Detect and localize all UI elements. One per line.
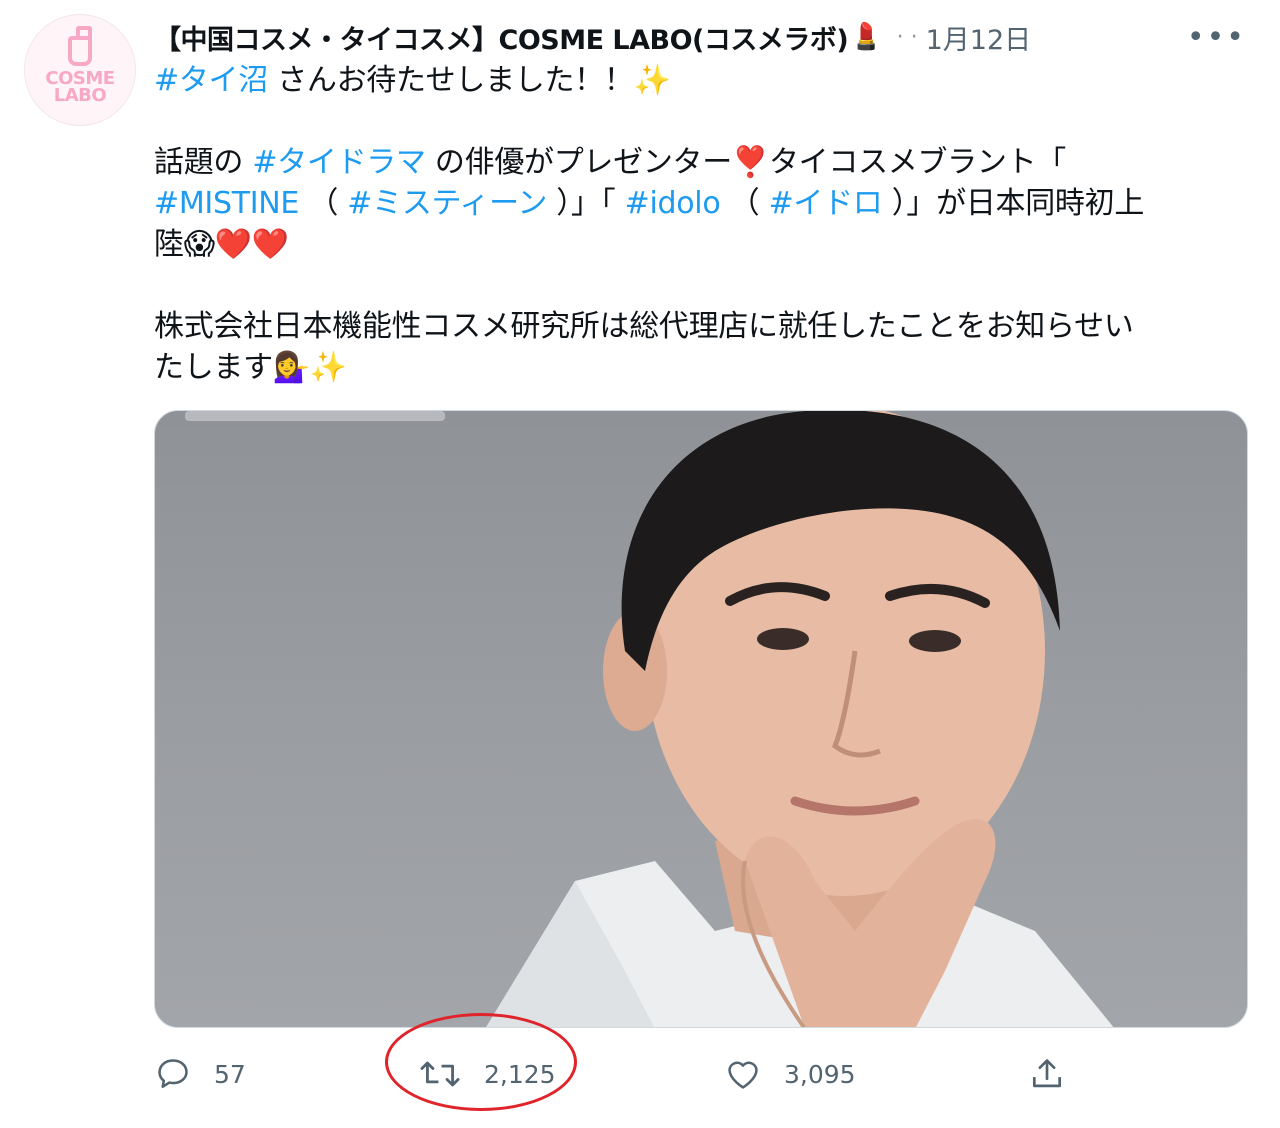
text-span: の俳優がプレゼンター❣️タイコスメブラント「 (425, 145, 1066, 180)
text-span: 話題の (154, 145, 253, 180)
avatar-logo-text: COSME LABO (45, 68, 115, 106)
text-line: たします💁‍♀️✨ (154, 347, 1244, 388)
text-line: #タイ沼 さんお待たせしました！！✨ (154, 60, 1244, 101)
header-separator: · · (896, 24, 918, 50)
more-options-icon[interactable]: ••• (1187, 20, 1246, 55)
text-line: 陸😱❤️❤️ (154, 224, 1244, 265)
hashtag-link[interactable]: #タイドラマ (252, 145, 426, 180)
avatar[interactable]: COSME LABO (24, 14, 136, 126)
reply-count: 57 (214, 1059, 246, 1089)
text-span: ）」「 (547, 186, 625, 221)
heart-icon (728, 1061, 758, 1089)
text-span: 株式会社日本機能性コスメ研究所は総代理店に就任したことをお知らせい (154, 309, 1134, 344)
text-line: 株式会社日本機能性コスメ研究所は総代理店に就任したことをお知らせい (154, 306, 1244, 347)
retweet-highlight-circle (385, 1013, 577, 1111)
text-span: たします💁‍♀️✨ (154, 350, 347, 385)
hashtag-link[interactable]: #MISTINE (154, 186, 299, 221)
text-span: （ (720, 186, 769, 221)
share-button[interactable] (1028, 1046, 1066, 1102)
reply-icon (158, 1059, 188, 1088)
text-span: （ (299, 186, 348, 221)
hashtag-link[interactable]: #idolo (625, 186, 721, 221)
hashtag-link[interactable]: #ミスティーン (347, 186, 547, 221)
author-display-name[interactable]: 【中国コスメ・タイコスメ】COSME LABO(コスメラボ) (154, 18, 849, 57)
portrait-photo (185, 411, 1114, 1027)
tweet-actions: 57 2,125 3,095 (154, 1046, 1248, 1102)
like-count: 3,095 (784, 1059, 856, 1089)
lipstick-icon: 💄 (850, 22, 883, 52)
reply-button[interactable]: 57 (154, 1046, 246, 1102)
tweet-card[interactable]: COSME LABO 【中国コスメ・タイコスメ】COSME LABO(コスメラボ… (0, 0, 1280, 1128)
cosmetic-bottle-icon (68, 26, 92, 66)
share-icon (1032, 1059, 1062, 1088)
text-line: 話題の #タイドラマ の俳優がプレゼンター❣️タイコスメブラント「 (154, 142, 1244, 183)
tweet-header: 【中国コスメ・タイコスメ】COSME LABO(コスメラボ) 💄 · · 1月1… (154, 14, 1260, 60)
text-span: ）」が日本同時初上 (882, 186, 1145, 221)
text-span: さんお待たせしました！！✨ (267, 63, 671, 98)
hashtag-link[interactable]: #タイ沼 (154, 63, 268, 98)
text-span: 陸😱❤️❤️ (154, 227, 289, 262)
hashtag-link[interactable]: #イドロ (769, 186, 883, 221)
text-line: #MISTINE （ #ミスティーン ）」「 #idolo （ #イドロ ）」が… (154, 183, 1244, 224)
tweet-date[interactable]: 1月12日 (926, 18, 1032, 57)
tweet-photo[interactable] (154, 410, 1248, 1028)
tweet-text: #タイ沼 さんお待たせしました！！✨ 話題の #タイドラマ の俳優がプレゼンター… (154, 60, 1244, 388)
like-button[interactable]: 3,095 (724, 1046, 856, 1102)
